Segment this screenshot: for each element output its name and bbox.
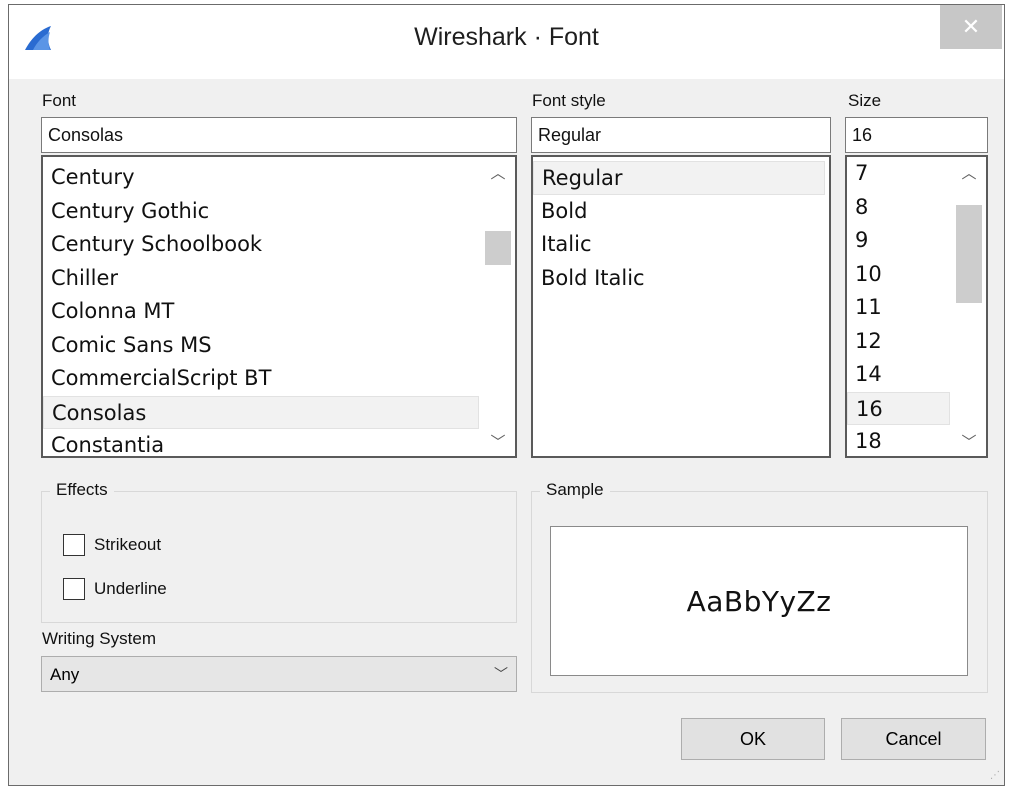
font-style-input[interactable] [531, 117, 831, 153]
sample-text: AaBbYyZz [686, 584, 832, 618]
chevron-up-icon: ︿ [961, 164, 977, 182]
list-item[interactable]: Italic [533, 228, 825, 262]
list-item[interactable]: Colonna MT [43, 295, 479, 329]
size-list-items: 7 8 9 10 11 12 14 16 18 [847, 157, 950, 456]
list-item[interactable]: Chiller [43, 262, 479, 296]
list-item[interactable]: Comic Sans MS [43, 329, 479, 363]
strikeout-option[interactable]: Strikeout [63, 534, 161, 556]
ok-button[interactable]: OK [681, 718, 825, 760]
chevron-up-icon: ︿ [490, 164, 506, 182]
scroll-thumb[interactable] [485, 231, 511, 265]
writing-system-select[interactable]: Any ﹀ [41, 656, 517, 692]
font-name-input[interactable] [41, 117, 517, 153]
writing-system-value: Any [50, 665, 80, 684]
list-item[interactable]: Regular [533, 161, 825, 195]
strikeout-checkbox[interactable] [63, 534, 85, 556]
list-item[interactable]: Century Schoolbook [43, 228, 479, 262]
list-item[interactable]: Bold Italic [533, 262, 825, 296]
list-item[interactable]: 7 [847, 157, 950, 191]
list-item[interactable]: Bold [533, 195, 825, 229]
effects-title: Effects [50, 480, 114, 500]
list-item[interactable]: 9 [847, 224, 950, 258]
sample-title: Sample [540, 480, 610, 500]
font-label: Font [42, 91, 77, 110]
font-style-list[interactable]: Regular Bold Italic Bold Italic [531, 155, 831, 458]
scroll-down-button[interactable]: ﹀ [952, 426, 986, 456]
list-item[interactable]: Constantia [43, 429, 479, 456]
list-item[interactable]: 10 [847, 258, 950, 292]
sample-group: Sample AaBbYyZz [531, 480, 988, 693]
size-label: Size [848, 91, 882, 110]
size-list-scrollbar[interactable]: ︿ ﹀ [952, 157, 986, 456]
close-icon: ✕ [961, 14, 981, 39]
list-item[interactable]: 8 [847, 191, 950, 225]
resize-grip-icon[interactable]: ⋰ [990, 770, 1000, 781]
underline-checkbox[interactable] [63, 578, 85, 600]
list-item[interactable]: 11 [847, 291, 950, 325]
title-bar: Wireshark · Font ✕ [9, 5, 1004, 79]
list-item[interactable]: Consolas [43, 395, 479, 429]
font-list-scrollbar[interactable]: ︿ ﹀ [481, 157, 515, 456]
scroll-up-button[interactable]: ︿ [952, 157, 986, 187]
sample-preview: AaBbYyZz [550, 526, 968, 676]
close-button[interactable]: ✕ [940, 5, 1002, 49]
underline-label: Underline [94, 579, 167, 598]
list-item[interactable]: 18 [847, 425, 950, 456]
scroll-up-button[interactable]: ︿ [481, 157, 515, 187]
effects-group: Effects Strikeout Underline [41, 480, 517, 623]
font-dialog: Wireshark · Font ✕ Font CenturyCentury G… [8, 4, 1005, 786]
font-style-list-items: Regular Bold Italic Bold Italic [533, 161, 825, 295]
cancel-button[interactable]: Cancel [841, 718, 986, 760]
size-input[interactable] [845, 117, 988, 153]
size-list[interactable]: 7 8 9 10 11 12 14 16 18 ︿ ﹀ [845, 155, 988, 458]
font-style-label: Font style [532, 91, 606, 110]
underline-option[interactable]: Underline [63, 578, 167, 600]
chevron-down-icon: ﹀ [490, 433, 506, 451]
window-title: Wireshark · Font [414, 23, 599, 51]
scroll-thumb[interactable] [956, 205, 982, 303]
list-item[interactable]: Century Gothic [43, 195, 479, 229]
font-list-items: Century Century Gothic Century Schoolbook C… [43, 161, 479, 456]
writing-system-label: Writing System [42, 629, 156, 648]
list-item[interactable]: 12 [847, 325, 950, 359]
chevron-down-icon: ﹀ [961, 433, 977, 451]
font-list[interactable]: Century Century Gothic Century Schoolbook C… [41, 155, 517, 458]
strikeout-label: Strikeout [94, 535, 162, 554]
list-item[interactable]: Century [43, 161, 479, 195]
chevron-down-icon: ﹀ [494, 666, 508, 682]
list-item[interactable]: 16 [847, 391, 950, 425]
scroll-down-button[interactable]: ﹀ [481, 426, 515, 456]
list-item[interactable]: 14 [847, 358, 950, 392]
list-item[interactable]: CommercialScript BT [43, 362, 479, 396]
